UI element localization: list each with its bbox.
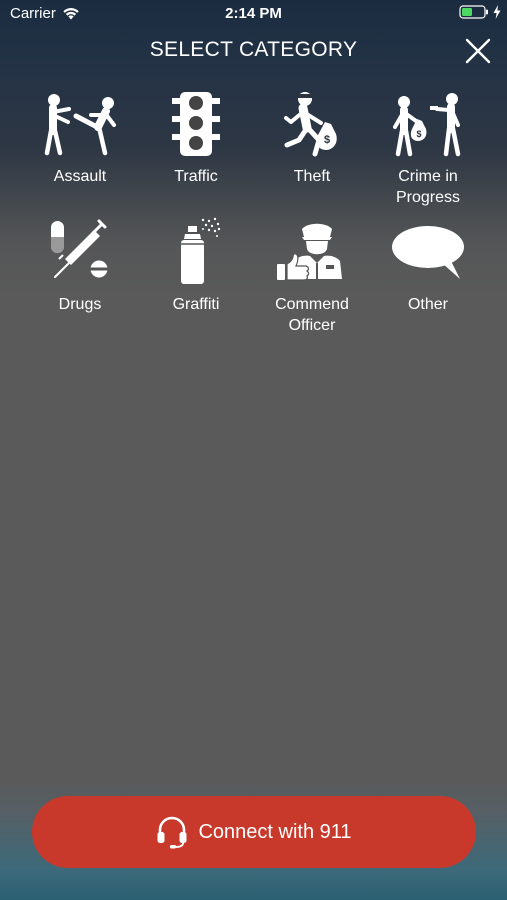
- speech-bubble-icon: [392, 226, 464, 279]
- connect-911-button[interactable]: Connect with 911: [32, 796, 476, 868]
- category-drugs[interactable]: Drugs: [22, 214, 138, 342]
- category-label: Crime in Progress: [395, 168, 461, 206]
- category-other[interactable]: Other: [370, 214, 486, 342]
- status-right: [459, 5, 501, 19]
- category-graffiti[interactable]: Graffiti: [138, 214, 254, 342]
- category-commend-officer[interactable]: Commend Officer: [254, 214, 370, 342]
- category-label: Graffiti: [172, 296, 220, 313]
- category-label: Drugs: [58, 296, 102, 313]
- spray-can-icon: [181, 217, 221, 284]
- status-time: 2:14 PM: [225, 5, 282, 22]
- category-label: Other: [407, 296, 448, 313]
- drugs-icon: [51, 219, 108, 278]
- assault-icon: [44, 94, 116, 156]
- theft-icon: $: [284, 92, 337, 157]
- crime-in-progress-icon: $: [393, 93, 461, 157]
- page-title: SELECT CATEGORY: [149, 38, 358, 61]
- commend-officer-icon: [277, 223, 342, 281]
- category-label: Theft: [293, 168, 331, 185]
- close-button[interactable]: [465, 38, 491, 64]
- connect-button-label: Connect with 911: [198, 820, 352, 843]
- category-assault[interactable]: Assault: [22, 86, 138, 214]
- traffic-light-icon: [172, 92, 220, 156]
- category-theft[interactable]: $ Theft: [254, 86, 370, 214]
- category-label: Commend Officer: [275, 296, 349, 334]
- category-crime-in-progress[interactable]: $ Crime in Progress: [370, 86, 486, 214]
- svg-text:$: $: [416, 129, 421, 139]
- category-grid: Assault Traffic $ Theft $ Crime in Progr…: [22, 86, 486, 342]
- charging-bolt-icon: [493, 5, 501, 19]
- svg-text:$: $: [324, 134, 330, 146]
- status-bar: Carrier 2:14 PM: [0, 0, 507, 28]
- category-label: Traffic: [174, 168, 218, 185]
- battery-icon: [459, 5, 488, 19]
- category-label: Assault: [53, 168, 107, 185]
- header: SELECT CATEGORY: [0, 36, 507, 68]
- headset-icon: [157, 816, 187, 849]
- close-icon: [465, 38, 491, 64]
- category-traffic[interactable]: Traffic: [138, 86, 254, 214]
